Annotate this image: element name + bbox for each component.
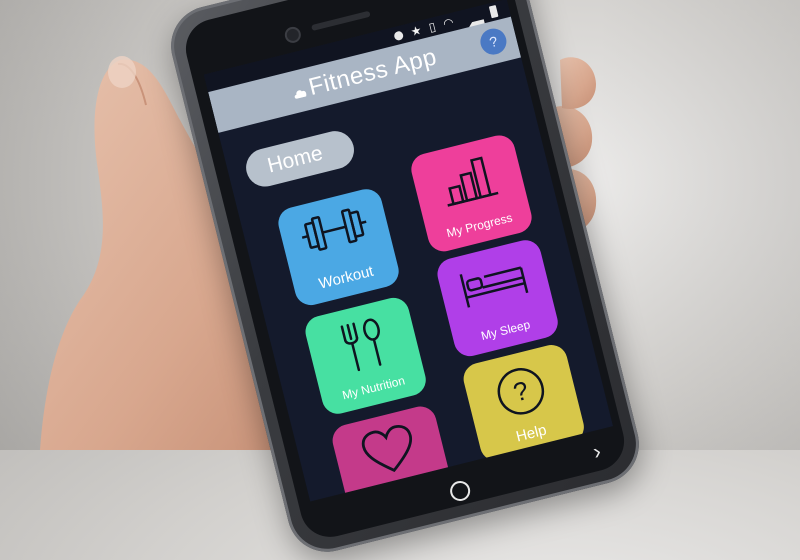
earpiece xyxy=(311,10,371,32)
home-label[interactable]: Home xyxy=(242,127,358,191)
heart-icon xyxy=(361,425,413,473)
tile-my-progress[interactable]: My Progress xyxy=(407,132,536,255)
home-circle-icon[interactable] xyxy=(448,478,473,504)
bed-icon xyxy=(459,266,529,308)
dumbbell-icon xyxy=(301,208,367,251)
front-camera xyxy=(283,25,303,45)
tile-my-sleep[interactable]: My Sleep xyxy=(434,236,562,360)
help-badge[interactable]: ? xyxy=(477,25,510,58)
tile-workout[interactable]: Workout xyxy=(275,185,403,309)
tile-workout-label: Workout xyxy=(317,262,376,293)
bar-chart-icon xyxy=(447,156,499,207)
fork-spoon-icon xyxy=(340,318,382,372)
cloud-icon xyxy=(292,86,308,99)
camera-dot-icon xyxy=(393,30,405,42)
tile-my-nutrition[interactable]: My Nutrition xyxy=(302,294,430,418)
svg-text:?: ? xyxy=(510,375,531,408)
battery-icon xyxy=(488,4,499,19)
chevron-right-icon[interactable]: › xyxy=(590,438,603,465)
question-circle-icon: ? xyxy=(497,368,545,415)
